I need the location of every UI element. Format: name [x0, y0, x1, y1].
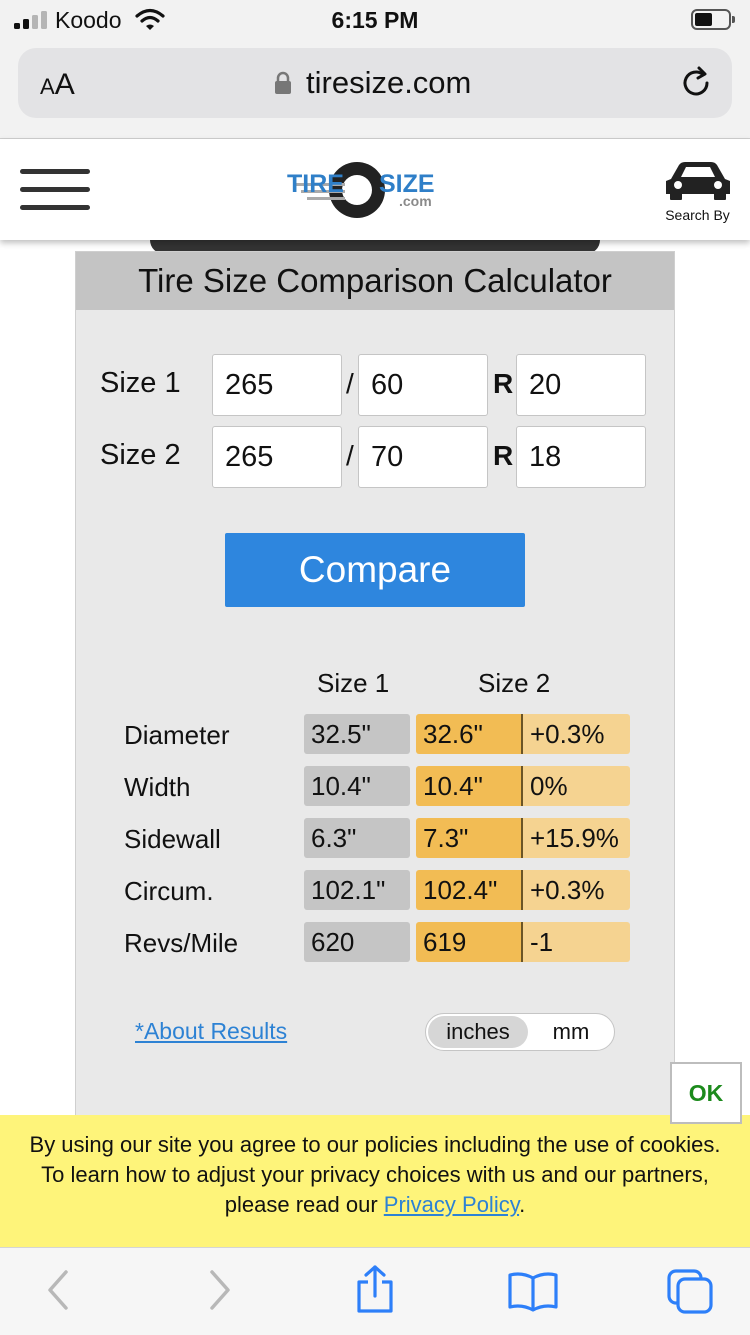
svg-text:.com: .com	[399, 193, 432, 209]
size-2-aspect-field[interactable]: 70	[358, 426, 488, 488]
size-2-value: 7.3"	[416, 818, 523, 858]
difference-value: -1	[523, 922, 630, 962]
result-row-diameter: Diameter 32.5" 32.6" +0.3%	[76, 714, 676, 754]
result-label: Circum.	[124, 876, 214, 906]
reload-icon[interactable]	[680, 65, 714, 106]
result-label: Width	[124, 772, 191, 802]
size-1-value: 6.3"	[304, 818, 410, 858]
size-1-label: Size 1	[100, 367, 181, 399]
size-1-value: 102.1"	[304, 870, 410, 910]
difference-value: +0.3%	[523, 870, 630, 910]
url-text: tiresize.com	[306, 65, 472, 100]
units-mm-option[interactable]: mm	[536, 1016, 606, 1048]
browser-url-area: AA tiresize.com	[0, 40, 750, 139]
size-2-row: Size 2 265 / 70 R 18	[76, 426, 676, 490]
column-header-size-2: Size 2	[478, 668, 551, 698]
size-1-width-field[interactable]: 265	[212, 354, 342, 416]
clock: 6:15 PM	[331, 7, 419, 33]
column-header-size-1: Size 1	[317, 668, 390, 698]
privacy-policy-link[interactable]: Privacy Policy	[384, 1192, 519, 1217]
size-2-value: 619	[416, 922, 523, 962]
cookie-message: By using our site you agree to our polic…	[24, 1130, 726, 1220]
result-row-width: Width 10.4" 10.4" 0%	[76, 766, 676, 806]
size-2-value: 32.6"	[416, 714, 523, 754]
battery-icon	[691, 9, 735, 30]
cookie-text-end: .	[519, 1192, 526, 1217]
text-size-button[interactable]: AA	[40, 68, 75, 102]
cookie-ok-button[interactable]: OK	[670, 1062, 742, 1124]
result-label: Revs/Mile	[124, 928, 239, 958]
tabs-icon[interactable]	[666, 1268, 714, 1319]
svg-text:TIRE: TIRE	[287, 170, 344, 198]
about-results-link[interactable]: *About Results	[135, 1018, 287, 1045]
slash-separator: /	[346, 368, 354, 399]
size-2-value: 10.4"	[416, 766, 523, 806]
size-2-rim-field[interactable]: 18	[516, 426, 646, 488]
address-bar[interactable]: AA tiresize.com	[18, 48, 732, 118]
car-icon	[665, 162, 730, 200]
slash-separator: /	[346, 440, 354, 471]
result-label: Sidewall	[124, 824, 221, 854]
status-bar: Koodo 6:15 PM	[0, 0, 750, 40]
cookie-text: By using our site you agree to our polic…	[29, 1132, 721, 1217]
lock-icon	[274, 71, 292, 100]
compare-button[interactable]: Compare	[225, 533, 525, 607]
search-by-button[interactable]: Search By	[655, 159, 740, 223]
cookie-banner: By using our site you agree to our polic…	[0, 1115, 750, 1247]
size-1-aspect-field[interactable]: 60	[358, 354, 488, 416]
comparison-calculator: Tire Size Comparison Calculator Size 1 2…	[75, 251, 675, 1151]
size-2-width-field[interactable]: 265	[212, 426, 342, 488]
size-2-value: 102.4"	[416, 870, 523, 910]
size-2-label: Size 2	[100, 439, 181, 471]
search-by-label: Search By	[665, 207, 730, 223]
calculator-title-bar: Tire Size Comparison Calculator	[76, 252, 674, 310]
result-row-revs-per-mile: Revs/Mile 620 619 -1	[76, 922, 676, 962]
share-icon[interactable]	[354, 1264, 396, 1319]
size-1-rim-field[interactable]: 20	[516, 354, 646, 416]
size-1-value: 10.4"	[304, 766, 410, 806]
units-inches-option[interactable]: inches	[428, 1016, 528, 1048]
size-1-row: Size 1 265 / 60 R 20	[76, 354, 676, 418]
size-1-value: 32.5"	[304, 714, 410, 754]
result-row-sidewall: Sidewall 6.3" 7.3" +15.9%	[76, 818, 676, 858]
hamburger-menu-icon[interactable]	[20, 169, 90, 213]
calculator-title: Tire Size Comparison Calculator	[138, 262, 612, 299]
result-row-circumference: Circum. 102.1" 102.4" +0.3%	[76, 870, 676, 910]
size-1-value: 620	[304, 922, 410, 962]
tiresize-logo[interactable]: TIRE SIZE .com	[285, 159, 467, 228]
result-label: Diameter	[124, 720, 230, 750]
back-icon[interactable]	[42, 1268, 74, 1317]
r-separator: R	[493, 440, 514, 471]
forward-icon[interactable]	[204, 1268, 236, 1317]
bookmarks-icon[interactable]	[507, 1270, 559, 1317]
difference-value: +15.9%	[523, 818, 630, 858]
r-separator: R	[493, 368, 514, 399]
difference-value: +0.3%	[523, 714, 630, 754]
units-toggle[interactable]: inches mm	[425, 1013, 615, 1051]
browser-toolbar	[0, 1247, 750, 1335]
difference-value: 0%	[523, 766, 630, 806]
site-header: TIRE SIZE .com Search By	[0, 139, 750, 240]
